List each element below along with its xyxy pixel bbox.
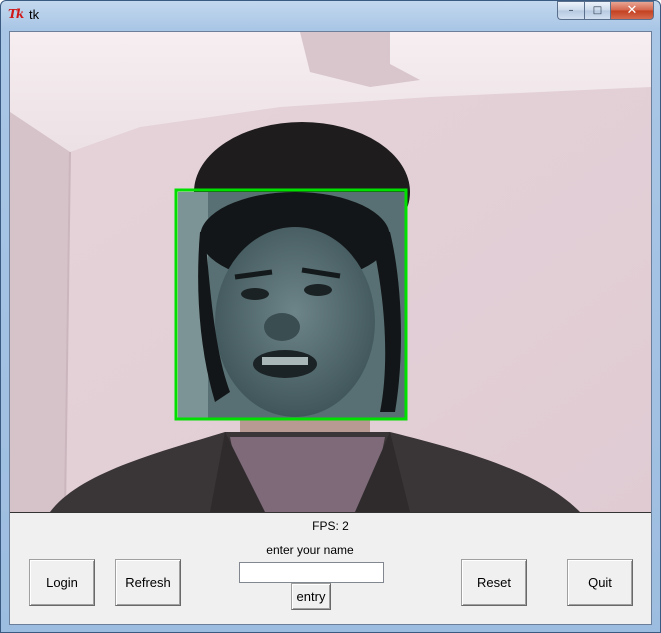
app-window: Tk tk – □ ✕ FPS: 2 Login Refresh enter y… [0,0,661,633]
name-input[interactable] [239,562,384,583]
teeth [262,357,308,365]
close-icon: ✕ [626,3,638,18]
tk-logo-icon: Tk [8,7,24,21]
reset-button[interactable]: Reset [461,559,527,606]
caption-buttons: – □ ✕ [557,1,654,21]
close-button[interactable]: ✕ [610,1,654,20]
nose [264,313,300,341]
login-button[interactable]: Login [29,559,95,606]
right-eye [304,284,332,296]
left-wall [10,112,70,512]
minimize-icon: – [568,5,574,16]
maximize-button[interactable]: □ [584,1,610,20]
refresh-button[interactable]: Refresh [115,559,181,606]
camera-feed [10,32,651,513]
window-title: tk [29,7,40,22]
maximize-icon: □ [592,5,603,16]
left-eye [241,288,269,300]
minimize-button[interactable]: – [557,1,584,20]
client-area: FPS: 2 Login Refresh enter your name ent… [9,31,652,625]
fps-label: FPS: 2 [312,519,349,533]
entry-button[interactable]: entry [291,583,331,610]
quit-button[interactable]: Quit [567,559,633,606]
title-bar[interactable]: Tk tk – □ ✕ [1,1,660,29]
name-prompt-label: enter your name [266,543,354,557]
